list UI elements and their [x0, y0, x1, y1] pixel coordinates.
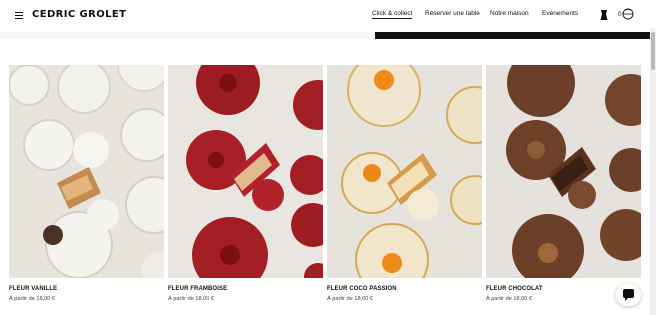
product-card[interactable]: FLEUR CHOCOLAT À partir de 18,00 €	[486, 65, 641, 302]
product-name[interactable]: FLEUR VANILLE	[9, 286, 164, 292]
product-card[interactable]: FLEUR FRAMBOISE À partir de 18,00 €	[168, 65, 323, 302]
product-image-coco-passion[interactable]	[327, 65, 482, 278]
cart-icon[interactable]	[622, 8, 634, 20]
product-price: À partir de 18,00 €	[168, 296, 215, 302]
chat-button[interactable]	[616, 284, 641, 306]
product-card[interactable]: FLEUR VANILLE À partir de 18,00 €	[9, 65, 164, 302]
nav-reserve-table[interactable]: Réserver une table	[425, 10, 480, 17]
nav-click-collect[interactable]: Click & collect	[372, 10, 413, 19]
account-icon[interactable]	[599, 9, 609, 21]
scrollbar-thumb[interactable]	[651, 32, 655, 70]
chat-icon	[623, 289, 634, 301]
accent-bar	[375, 32, 650, 39]
product-price: À partir de 18,00 €	[327, 296, 374, 302]
nav-evenements[interactable]: Evénements	[542, 10, 578, 17]
scrollbar-track[interactable]	[650, 28, 656, 315]
product-card[interactable]: FLEUR COCO PASSION À partir de 18,00 €	[327, 65, 482, 302]
product-image-raspberry[interactable]	[168, 65, 323, 278]
site-header: CEDRIC GROLET Click & collect Réserver u…	[0, 0, 656, 32]
product-image-chocolate[interactable]	[486, 65, 641, 278]
menu-icon[interactable]	[15, 12, 23, 20]
product-image-vanilla[interactable]	[9, 65, 164, 278]
product-name[interactable]: FLEUR COCO PASSION	[327, 286, 482, 292]
nav-notre-maison[interactable]: Notre maison	[490, 10, 529, 17]
site-logo[interactable]: CEDRIC GROLET	[32, 9, 126, 20]
product-name[interactable]: FLEUR FRAMBOISE	[168, 286, 323, 292]
product-price: À partir de 18,00 €	[9, 296, 56, 302]
